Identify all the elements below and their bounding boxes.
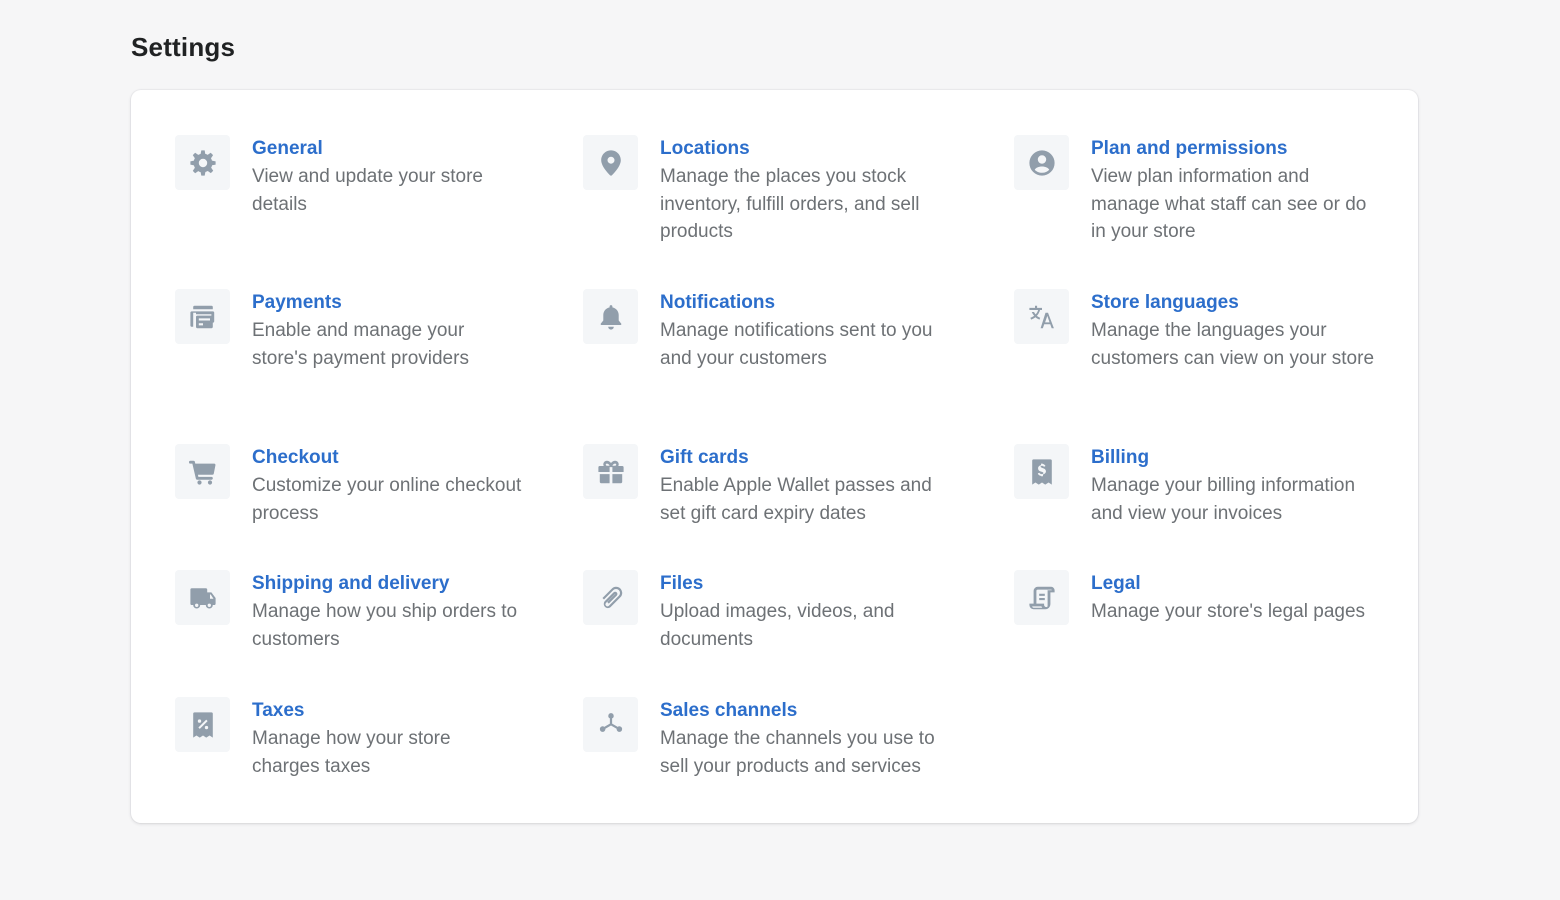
settings-item-title[interactable]: Taxes	[252, 698, 522, 724]
gift-icon	[583, 444, 638, 499]
settings-item-description: Upload images, videos, and documents	[660, 601, 895, 650]
settings-item-plan-and-permissions[interactable]: Plan and permissions View plan informati…	[1014, 135, 1381, 246]
settings-item-checkout[interactable]: Checkout Customize your online checkout …	[175, 444, 522, 527]
settings-item-notifications[interactable]: Notifications Manage notifications sent …	[583, 289, 960, 372]
settings-item-description: Enable Apple Wallet passes and set gift …	[660, 475, 932, 524]
settings-item-title[interactable]: Files	[660, 571, 960, 597]
settings-item-title[interactable]: General	[252, 136, 522, 162]
settings-item-title[interactable]: Sales channels	[660, 698, 960, 724]
settings-item-store-languages[interactable]: Store languages Manage the languages you…	[1014, 289, 1381, 372]
user-circle-icon	[1014, 135, 1069, 190]
settings-item-legal[interactable]: Legal Manage your store's legal pages	[1014, 570, 1381, 626]
sales-channels-icon	[583, 697, 638, 752]
settings-item-title[interactable]: Gift cards	[660, 445, 960, 471]
legal-document-icon	[1014, 570, 1069, 625]
settings-item-general[interactable]: General View and update your store detai…	[175, 135, 522, 218]
settings-item-description: Manage the places you stock inventory, f…	[660, 166, 920, 242]
paperclip-icon	[583, 570, 638, 625]
payment-cards-icon	[175, 289, 230, 344]
settings-item-files[interactable]: Files Upload images, videos, and documen…	[583, 570, 960, 653]
settings-item-title[interactable]: Plan and permissions	[1091, 136, 1381, 162]
settings-item-description: Manage the channels you use to sell your…	[660, 728, 935, 777]
truck-icon	[175, 570, 230, 625]
bell-icon	[583, 289, 638, 344]
settings-item-shipping-and-delivery[interactable]: Shipping and delivery Manage how you shi…	[175, 570, 522, 653]
settings-item-locations[interactable]: Locations Manage the places you stock in…	[583, 135, 960, 246]
settings-item-description: Manage how you ship orders to customers	[252, 601, 518, 650]
settings-item-title[interactable]: Billing	[1091, 445, 1381, 471]
settings-item-description: Manage the languages your customers can …	[1091, 320, 1375, 369]
settings-item-payments[interactable]: Payments Enable and manage your store's …	[175, 289, 522, 372]
dollar-document-icon	[1014, 444, 1069, 499]
settings-item-gift-cards[interactable]: Gift cards Enable Apple Wallet passes an…	[583, 444, 960, 527]
settings-item-description: Manage notifications sent to you and you…	[660, 320, 933, 369]
settings-item-title[interactable]: Payments	[252, 290, 522, 316]
settings-item-description: Manage how your store charges taxes	[252, 728, 451, 777]
settings-item-description: Enable and manage your store's payment p…	[252, 320, 469, 369]
settings-item-title[interactable]: Legal	[1091, 571, 1381, 597]
settings-item-sales-channels[interactable]: Sales channels Manage the channels you u…	[583, 697, 960, 780]
tax-receipt-icon	[175, 697, 230, 752]
settings-item-title[interactable]: Notifications	[660, 290, 960, 316]
location-pin-icon	[583, 135, 638, 190]
settings-item-description: View and update your store details	[252, 166, 483, 215]
settings-item-description: View plan information and manage what st…	[1091, 166, 1367, 242]
gear-icon	[175, 135, 230, 190]
settings-item-taxes[interactable]: Taxes Manage how your store charges taxe…	[175, 697, 522, 780]
page-title: Settings	[131, 32, 236, 62]
settings-item-title[interactable]: Shipping and delivery	[252, 571, 522, 597]
settings-item-title[interactable]: Locations	[660, 136, 960, 162]
settings-item-description: Manage your billing information and view…	[1091, 475, 1356, 524]
settings-item-billing[interactable]: Billing Manage your billing information …	[1014, 444, 1381, 527]
settings-item-title[interactable]: Store languages	[1091, 290, 1381, 316]
settings-card: General View and update your store detai…	[131, 90, 1418, 823]
cart-icon	[175, 444, 230, 499]
translate-icon	[1014, 289, 1069, 344]
settings-item-description: Customize your online checkout process	[252, 475, 522, 524]
settings-item-description: Manage your store's legal pages	[1091, 601, 1366, 622]
settings-item-title[interactable]: Checkout	[252, 445, 522, 471]
